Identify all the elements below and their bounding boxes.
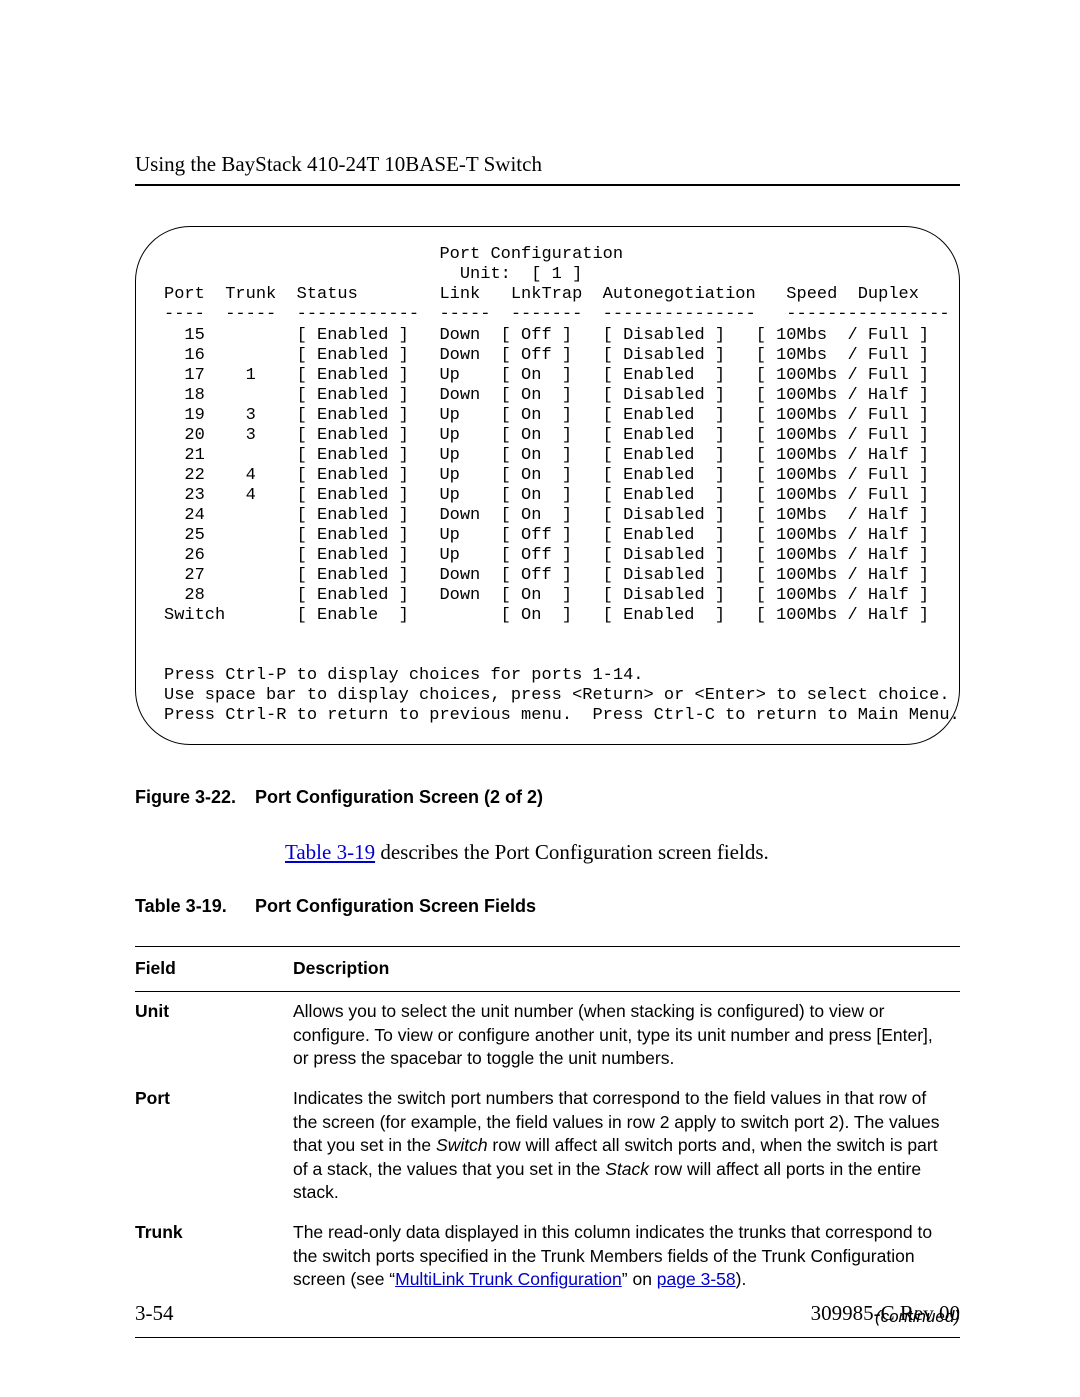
table-row: UnitAllows you to select the unit number… <box>135 992 960 1079</box>
field-name: Unit <box>135 992 293 1079</box>
field-name: Trunk <box>135 1213 293 1300</box>
running-header: Using the BayStack 410-24T 10BASE-T Swit… <box>135 150 960 186</box>
table-caption: Table 3-19. Port Configuration Screen Fi… <box>135 894 960 918</box>
para-rest: describes the Port Configuration screen … <box>375 840 769 864</box>
header-title: Using the BayStack 410-24T 10BASE-T Swit… <box>135 152 542 176</box>
table-row: TrunkThe read-only data displayed in thi… <box>135 1213 960 1300</box>
page-footer: 3-54 309985-C Rev 00 <box>135 1289 960 1327</box>
page-number: 3-54 <box>135 1299 174 1327</box>
table-label: Table 3-19. <box>135 894 250 918</box>
page-ref-link[interactable]: page 3-58 <box>657 1269 736 1289</box>
col-field: Field <box>135 947 293 992</box>
fields-table: Field Description UnitAllows you to sele… <box>135 946 960 1300</box>
field-desc: Indicates the switch port numbers that c… <box>293 1079 960 1213</box>
table-crossref-link[interactable]: Table 3-19 <box>285 840 375 864</box>
table-head-row: Field Description <box>135 947 960 992</box>
figure-caption: Figure 3-22. Port Configuration Screen (… <box>135 785 960 809</box>
col-description: Description <box>293 947 960 992</box>
field-desc: Allows you to select the unit number (wh… <box>293 992 960 1079</box>
table-row: PortIndicates the switch port numbers th… <box>135 1079 960 1213</box>
terminal-screen: Port Configuration Unit: [ 1 ] Port Trun… <box>135 226 960 745</box>
field-name: Port <box>135 1079 293 1213</box>
figure-label: Figure 3-22. <box>135 785 250 809</box>
table-caption-text: Port Configuration Screen Fields <box>255 896 536 916</box>
body-paragraph: Table 3-19 describes the Port Configurat… <box>285 838 960 866</box>
figure-text: Port Configuration Screen (2 of 2) <box>255 787 543 807</box>
doc-id: 309985-C Rev 00 <box>811 1299 960 1327</box>
field-desc: The read-only data displayed in this col… <box>293 1213 960 1300</box>
multilink-trunk-link[interactable]: MultiLink Trunk Configuration <box>395 1269 622 1289</box>
